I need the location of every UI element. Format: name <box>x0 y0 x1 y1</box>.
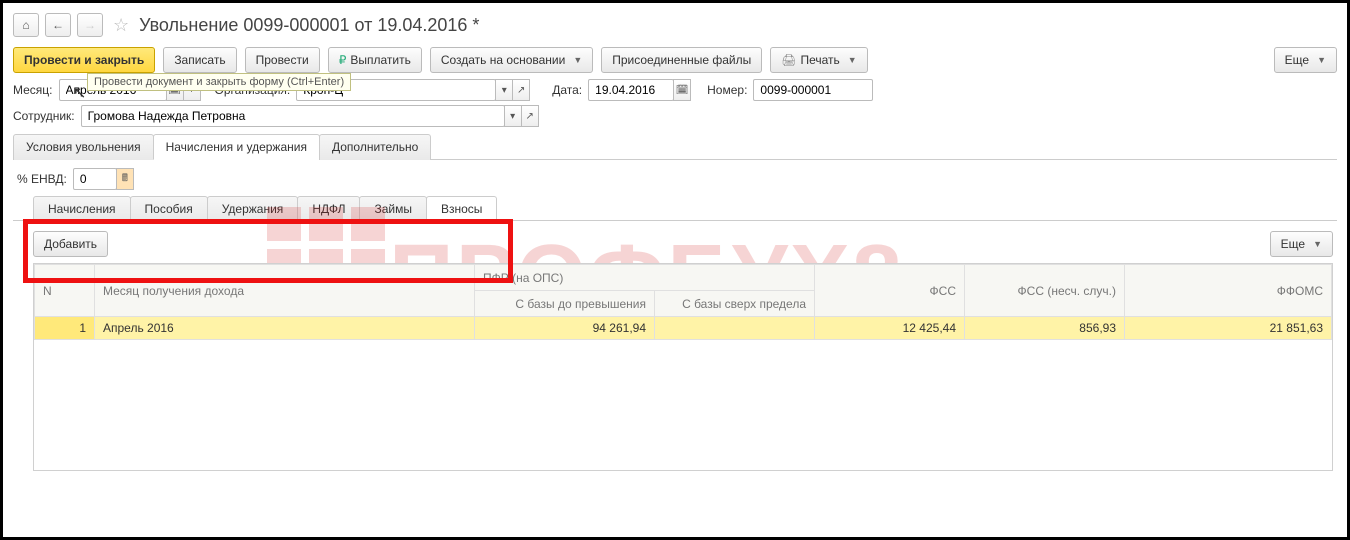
more-button[interactable]: Еще ▼ <box>1274 47 1337 73</box>
cell-ffoms[interactable]: 21 851,63 <box>1125 317 1332 340</box>
subtab-ndfl[interactable]: НДФЛ <box>297 196 360 221</box>
subtab-deductions[interactable]: Удержания <box>207 196 299 221</box>
tab-additional[interactable]: Дополнительно <box>319 134 431 160</box>
envd-input[interactable] <box>73 168 117 190</box>
employee-dropdown-icon[interactable]: ▾ <box>504 105 522 127</box>
col-ffoms[interactable]: ФФОМС <box>1125 265 1332 317</box>
chevron-down-icon: ▼ <box>573 55 582 65</box>
more-label: Еще <box>1285 53 1309 67</box>
cell-fss-acc[interactable]: 856,93 <box>965 317 1125 340</box>
print-label: Печать <box>800 53 839 67</box>
cell-n[interactable]: 1 <box>35 317 95 340</box>
col-fss-accident[interactable]: ФСС (несч. случ.) <box>965 265 1125 317</box>
calc-icon[interactable]: 🖩 <box>116 168 134 190</box>
chevron-down-icon: ▼ <box>1317 55 1326 65</box>
number-input[interactable] <box>753 79 873 101</box>
col-month[interactable]: Месяц получения дохода <box>95 265 475 317</box>
save-button[interactable]: Записать <box>163 47 236 73</box>
grid-more-button[interactable]: Еще ▼ <box>1270 231 1333 257</box>
col-fss[interactable]: ФСС <box>815 265 965 317</box>
print-button[interactable]: 🖨 Печать ▼ <box>770 47 867 73</box>
create-based-on-button[interactable]: Создать на основании ▼ <box>430 47 593 73</box>
add-button[interactable]: Добавить <box>33 231 108 257</box>
number-label: Номер: <box>707 83 747 97</box>
tooltip: Провести документ и закрыть форму (Ctrl+… <box>87 73 351 91</box>
attached-files-button[interactable]: Присоединенные файлы <box>601 47 762 73</box>
cell-base-under[interactable]: 94 261,94 <box>475 317 655 340</box>
tab-accruals-deductions[interactable]: Начисления и удержания <box>153 134 320 160</box>
grid-more-label: Еще <box>1281 237 1305 251</box>
subtab-loans[interactable]: Займы <box>359 196 427 221</box>
cell-base-over[interactable] <box>655 317 815 340</box>
org-dropdown-icon[interactable]: ▾ <box>495 79 513 101</box>
pay-label: Выплатить <box>350 53 411 67</box>
date-input[interactable] <box>588 79 674 101</box>
pay-button[interactable]: ₽ Выплатить <box>328 47 422 73</box>
home-icon[interactable]: ⌂ <box>13 13 39 37</box>
back-icon[interactable]: ← <box>45 13 71 37</box>
employee-label: Сотрудник: <box>13 109 75 123</box>
col-n[interactable]: N <box>35 265 95 317</box>
employee-input[interactable] <box>81 105 505 127</box>
chevron-down-icon: ▼ <box>1313 239 1322 249</box>
subtab-benefits[interactable]: Пособия <box>130 196 208 221</box>
pay-icon: ₽ <box>339 53 347 67</box>
cell-month[interactable]: Апрель 2016 <box>95 317 475 340</box>
post-and-close-button[interactable]: Провести и закрыть <box>13 47 155 73</box>
subtab-accruals[interactable]: Начисления <box>33 196 131 221</box>
col-base-over[interactable]: С базы сверх предела <box>655 291 815 317</box>
post-button[interactable]: Провести <box>245 47 320 73</box>
month-label: Месяц: <box>13 83 53 97</box>
contributions-table[interactable]: N Месяц получения дохода ПФР (на ОПС) ФС… <box>33 263 1333 471</box>
tab-dismissal-conditions[interactable]: Условия увольнения <box>13 134 154 160</box>
favorite-icon[interactable]: ☆ <box>113 15 129 36</box>
date-picker-icon[interactable]: 🗓 <box>673 79 691 101</box>
create-based-label: Создать на основании <box>441 53 566 67</box>
cell-fss[interactable]: 12 425,44 <box>815 317 965 340</box>
print-icon: 🖨 <box>781 53 796 67</box>
table-row[interactable]: 1 Апрель 2016 94 261,94 12 425,44 856,93… <box>35 317 1332 340</box>
col-pfr-group[interactable]: ПФР (на ОПС) <box>475 265 815 291</box>
envd-label: % ЕНВД: <box>17 172 67 186</box>
subtab-contributions[interactable]: Взносы <box>426 196 497 221</box>
page-title: Увольнение 0099-000001 от 19.04.2016 * <box>139 15 479 36</box>
date-label: Дата: <box>552 83 582 97</box>
org-open-icon[interactable]: ↗ <box>512 79 530 101</box>
col-base-under[interactable]: С базы до превышения <box>475 291 655 317</box>
employee-open-icon[interactable]: ↗ <box>521 105 539 127</box>
chevron-down-icon: ▼ <box>848 55 857 65</box>
forward-icon[interactable]: → <box>77 13 103 37</box>
